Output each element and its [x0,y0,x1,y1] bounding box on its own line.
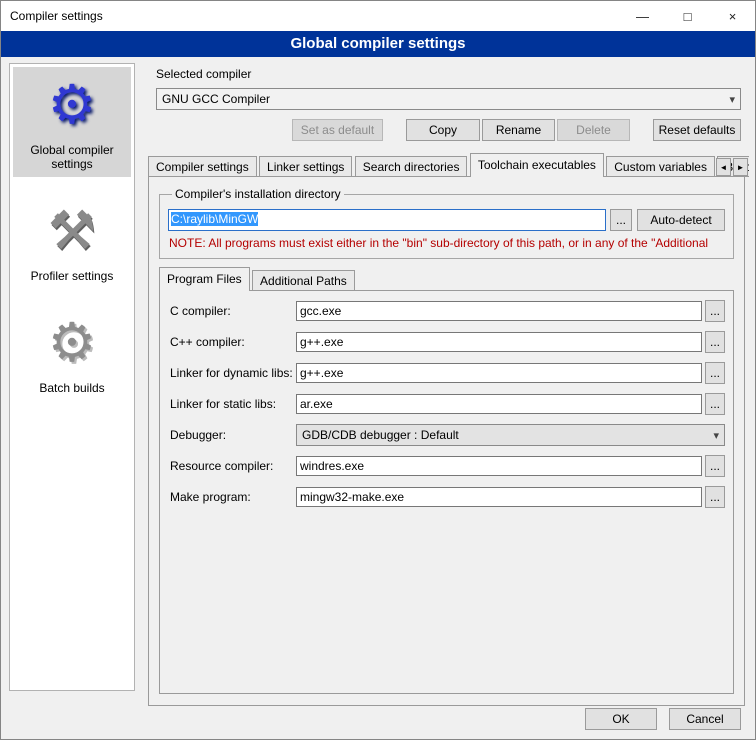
browse-button[interactable]: ... [705,393,725,415]
sidebar-item-profiler-settings[interactable]: ⚒ Profiler settings [13,193,131,289]
sidebar-item-batch-builds[interactable]: ⚙ Batch builds [13,305,131,401]
linker-static-row: Linker for static libs: ... [170,393,725,415]
field-label: C++ compiler: [170,335,296,349]
selected-compiler-value: GNU GCC Compiler [162,92,270,106]
browse-button[interactable]: ... [705,300,725,322]
tab-additional-paths[interactable]: Additional Paths [252,270,355,291]
installation-directory-group: Compiler's installation directory C:\ray… [159,187,734,259]
installation-directory-legend: Compiler's installation directory [172,187,344,201]
tab-linker-settings[interactable]: Linker settings [259,156,352,177]
program-files-panel: C compiler: ... C++ compiler: ... Linker… [159,290,734,694]
gear-icon: ⚙ [15,313,129,373]
compiler-settings-window: Compiler settings — □ × Global compiler … [0,0,756,740]
resource-compiler-row: Resource compiler: ... [170,455,725,477]
title-bar: Compiler settings — □ × [1,1,755,31]
window-title: Compiler settings [1,9,103,23]
chevron-down-icon: ▾ [713,429,719,442]
dialog-footer: OK Cancel [585,708,741,730]
browse-button[interactable]: ... [705,331,725,353]
linker-dynamic-input[interactable] [296,363,702,383]
make-program-row: Make program: ... [170,486,725,508]
browse-button[interactable]: ... [705,362,725,384]
field-label: Resource compiler: [170,459,296,473]
toolchain-executables-panel: Compiler's installation directory C:\ray… [148,176,745,706]
installation-directory-input[interactable]: C:\raylib\MinGW [168,209,606,231]
sidebar-item-label: Global compiler settings [15,143,129,171]
debugger-select[interactable]: GDB/CDB debugger : Default ▾ [296,424,725,446]
debugger-row: Debugger: GDB/CDB debugger : Default ▾ [170,424,725,446]
installation-directory-row: C:\raylib\MinGW ... Auto-detect [168,209,725,231]
dialog-header: Global compiler settings [1,31,755,57]
linker-static-input[interactable] [296,394,702,414]
tab-toolchain-executables[interactable]: Toolchain executables [470,153,604,177]
cpp-compiler-row: C++ compiler: ... [170,331,725,353]
compiler-actions: Set as default Copy Rename Delete Reset … [156,119,741,141]
linker-dynamic-row: Linker for dynamic libs: ... [170,362,725,384]
tab-scroll-right-icon[interactable]: ► [733,158,748,176]
selected-compiler-dropdown[interactable]: GNU GCC Compiler ▾ [156,88,741,110]
gear-icon: ⚙ [15,75,129,135]
rename-button[interactable]: Rename [482,119,555,141]
debugger-value: GDB/CDB debugger : Default [302,428,459,442]
c-compiler-input[interactable] [296,301,702,321]
reset-defaults-button[interactable]: Reset defaults [653,119,741,141]
profiler-icon: ⚒ [15,201,129,261]
selected-text: C:\raylib\MinGW [171,212,258,226]
field-label: Debugger: [170,428,296,442]
close-button[interactable]: × [710,1,755,31]
delete-button: Delete [557,119,630,141]
tab-scroll-left-icon[interactable]: ◄ [716,158,731,176]
ok-button[interactable]: OK [585,708,657,730]
make-program-input[interactable] [296,487,702,507]
main-panel: Selected compiler GNU GCC Compiler ▾ Set… [146,63,749,701]
field-label: C compiler: [170,304,296,318]
tab-program-files[interactable]: Program Files [159,267,250,291]
maximize-button[interactable]: □ [665,1,710,31]
set-as-default-button: Set as default [292,119,383,141]
copy-button[interactable]: Copy [406,119,480,141]
note-text: NOTE: All programs must exist either in … [169,236,724,250]
tab-search-directories[interactable]: Search directories [355,156,468,177]
cpp-compiler-input[interactable] [296,332,702,352]
browse-directory-button[interactable]: ... [610,209,632,231]
sidebar-item-global-compiler-settings[interactable]: ⚙ Global compiler settings [13,67,131,177]
minimize-button[interactable]: — [620,1,665,31]
resource-compiler-input[interactable] [296,456,702,476]
c-compiler-row: C compiler: ... [170,300,725,322]
sidebar-item-label: Profiler settings [15,269,129,283]
settings-sidebar: ⚙ Global compiler settings ⚒ Profiler se… [9,63,135,691]
browse-button[interactable]: ... [705,455,725,477]
field-label: Linker for static libs: [170,397,296,411]
cancel-button[interactable]: Cancel [669,708,741,730]
sidebar-item-label: Batch builds [15,381,129,395]
tab-custom-variables[interactable]: Custom variables [606,156,715,177]
field-label: Make program: [170,490,296,504]
spacer [156,119,292,141]
auto-detect-button[interactable]: Auto-detect [637,209,725,231]
program-files-tab-bar: Program Files Additional Paths [159,267,744,291]
tab-compiler-settings[interactable]: Compiler settings [148,156,257,177]
field-label: Linker for dynamic libs: [170,366,296,380]
settings-tab-bar: Compiler settings Linker settings Search… [148,153,749,177]
window-controls: — □ × [620,1,755,31]
chevron-down-icon: ▾ [729,93,735,106]
selected-compiler-label: Selected compiler [156,67,749,81]
browse-button[interactable]: ... [705,486,725,508]
